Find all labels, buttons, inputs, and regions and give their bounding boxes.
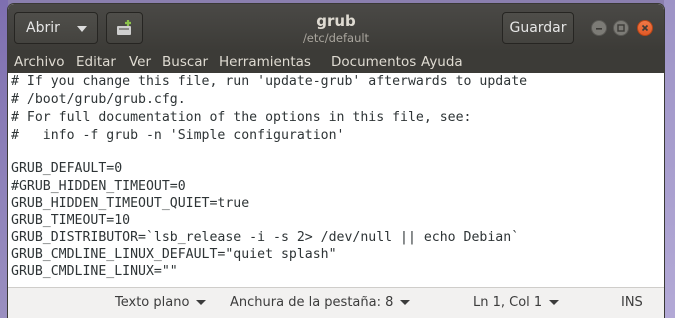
- minimize-button[interactable]: [591, 20, 607, 36]
- menu-herramientas[interactable]: Herramientas: [219, 54, 311, 70]
- editor-line: # /boot/grub/grub.cfg.: [11, 92, 186, 107]
- save-button[interactable]: Guardar: [502, 12, 574, 44]
- tab-width-label: Anchura de la pestaña: 8: [230, 295, 394, 310]
- menu-buscar[interactable]: Buscar: [162, 54, 208, 70]
- cursor-position[interactable]: Ln 1, Col 1: [473, 295, 560, 310]
- tab-width-selector[interactable]: Anchura de la pestaña: 8: [230, 295, 411, 310]
- menu-editar[interactable]: Editar: [76, 54, 116, 70]
- language-selector[interactable]: Texto plano: [115, 295, 207, 310]
- cursor-position-label: Ln 1, Col 1: [473, 295, 543, 310]
- menu-ayuda[interactable]: Ayuda: [421, 54, 463, 70]
- close-icon: [641, 24, 649, 32]
- chevron-down-icon: [549, 300, 560, 305]
- editor-line: GRUB_HIDDEN_TIMEOUT_QUIET=true: [11, 196, 250, 211]
- header-bar: Abrir grub /etc/default Guardar: [8, 4, 664, 51]
- text-editor[interactable]: # If you change this file, run 'update-g…: [8, 73, 664, 287]
- status-bar: Texto plano Anchura de la pestaña: 8 Ln …: [8, 287, 664, 318]
- menu-bar: Archivo Editar Ver Buscar Herramientas D…: [8, 51, 664, 73]
- maximize-icon: [617, 24, 625, 32]
- editor-line: GRUB_DISTRIBUTOR=`lsb_release -i -s 2> /…: [11, 230, 520, 245]
- language-label: Texto plano: [115, 295, 190, 310]
- chevron-down-icon: [196, 300, 207, 305]
- maximize-button[interactable]: [613, 20, 629, 36]
- insert-mode: INS: [621, 295, 643, 310]
- close-button[interactable]: [637, 20, 653, 36]
- editor-line: # For full documentation of the options …: [11, 110, 472, 125]
- minimize-icon: [596, 28, 602, 30]
- editor-line: GRUB_DEFAULT=0: [11, 161, 123, 176]
- editor-line: GRUB_CMDLINE_LINUX_DEFAULT="quiet splash…: [11, 247, 337, 262]
- menu-archivo[interactable]: Archivo: [14, 54, 64, 70]
- editor-line: # If you change this file, run 'update-g…: [11, 74, 528, 89]
- editor-line: GRUB_TIMEOUT=10: [11, 213, 131, 228]
- desktop-background-left: [0, 0, 8, 318]
- editor-window: Abrir grub /etc/default Guardar Archivo …: [8, 4, 664, 318]
- editor-line: GRUB_CMDLINE_LINUX="": [11, 264, 178, 279]
- menu-documentos[interactable]: Documentos: [331, 54, 416, 70]
- editor-line: #GRUB_HIDDEN_TIMEOUT=0: [11, 179, 186, 194]
- editor-line: # info -f grub -n 'Simple configuration': [11, 128, 345, 143]
- chevron-down-icon: [400, 300, 411, 305]
- menu-ver[interactable]: Ver: [129, 54, 151, 70]
- desktop-background-right: [664, 0, 675, 318]
